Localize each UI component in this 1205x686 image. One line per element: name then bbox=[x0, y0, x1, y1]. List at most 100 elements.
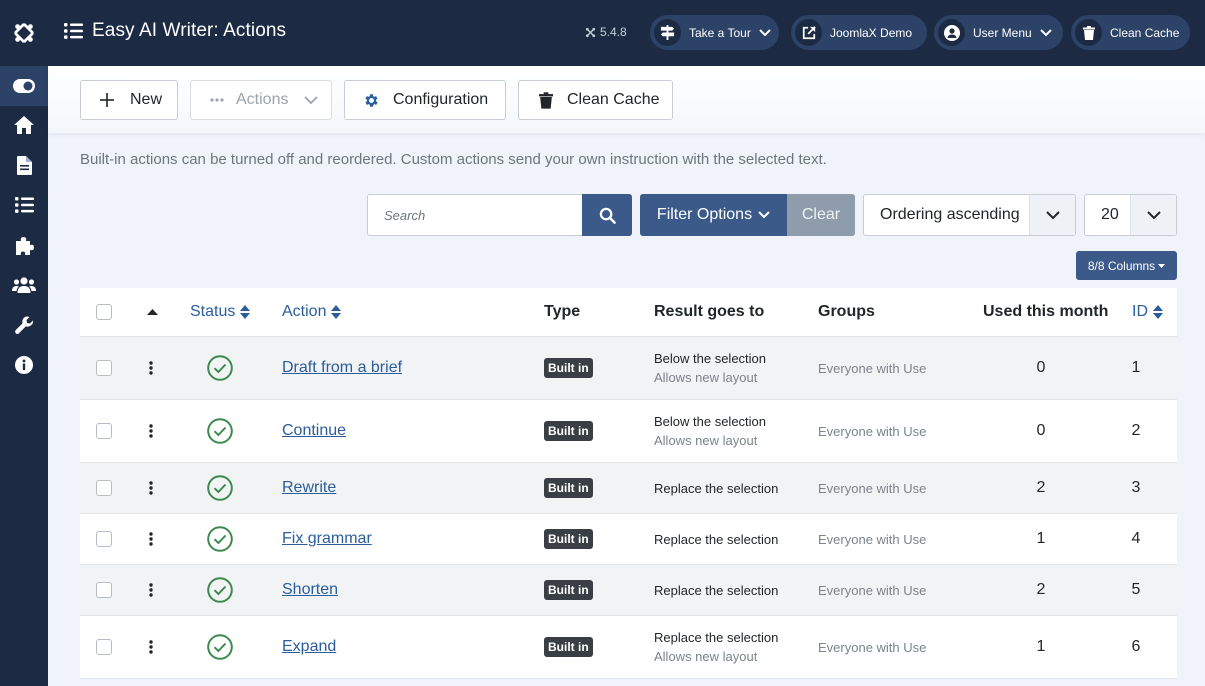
joomlax-demo-button[interactable]: JoomlaX Demo bbox=[791, 15, 927, 50]
status-toggle[interactable] bbox=[207, 514, 233, 564]
table-header: Status Action Type Result goes to Groups… bbox=[80, 288, 1177, 337]
groups-cell: Everyone with Use bbox=[818, 423, 927, 439]
status-toggle[interactable] bbox=[207, 565, 233, 615]
status-toggle[interactable] bbox=[207, 463, 233, 513]
search-button[interactable] bbox=[582, 194, 632, 236]
status-toggle[interactable] bbox=[207, 337, 233, 399]
action-link[interactable]: Fix grammar bbox=[282, 530, 372, 548]
new-button[interactable]: New bbox=[80, 80, 178, 120]
groups-cell: Everyone with Use bbox=[818, 582, 927, 598]
ordering-select[interactable]: Ordering ascending bbox=[863, 194, 1076, 236]
plus-icon bbox=[100, 93, 114, 107]
status-header-label: Status bbox=[190, 303, 236, 320]
columns-label: 8/8 Columns bbox=[1087, 258, 1156, 273]
actions-dropdown[interactable]: Actions bbox=[190, 80, 332, 120]
search-input[interactable] bbox=[367, 194, 583, 236]
drag-handle[interactable] bbox=[149, 400, 153, 462]
ordering-sort-button[interactable] bbox=[147, 288, 158, 336]
take-a-tour-button[interactable]: Take a Tour bbox=[650, 15, 779, 50]
action-cell: Draft from a brief bbox=[282, 337, 402, 399]
row-id: 5 bbox=[1131, 581, 1141, 598]
action-cell: Fix grammar bbox=[282, 514, 372, 564]
clean-cache-button[interactable]: Clean Cache bbox=[518, 80, 673, 120]
puzzle-icon[interactable] bbox=[0, 225, 48, 265]
action-link[interactable]: Draft from a brief bbox=[282, 359, 402, 377]
row-checkbox-cell bbox=[96, 337, 112, 399]
document-icon[interactable] bbox=[0, 145, 48, 185]
action-header[interactable]: Action bbox=[282, 288, 342, 336]
header: Easy AI Writer: Actions 5.4.8 Take a Tou… bbox=[48, 0, 1205, 66]
row-checkbox[interactable] bbox=[96, 480, 112, 496]
result-text: Replace the selection bbox=[654, 582, 779, 598]
sidebar bbox=[0, 0, 48, 686]
check-circle-icon bbox=[207, 526, 233, 552]
clear-button[interactable]: Clear bbox=[787, 194, 855, 236]
type-cell: Built in bbox=[544, 565, 593, 615]
row-id: 1 bbox=[1131, 359, 1141, 376]
drag-handle[interactable] bbox=[149, 514, 153, 564]
drag-handle[interactable] bbox=[149, 616, 153, 678]
wrench-icon[interactable] bbox=[0, 305, 48, 345]
result-cell: Below the selection Allows new layout bbox=[654, 337, 766, 399]
result-text: Below the selection bbox=[654, 414, 767, 429]
table-row: Fix grammar Built in Replace the selection… bbox=[80, 514, 1177, 565]
clean-cache-header-button[interactable]: Clean Cache bbox=[1071, 15, 1190, 50]
list-icon[interactable] bbox=[0, 185, 48, 225]
drag-handle[interactable] bbox=[149, 337, 153, 399]
drag-handle-icon bbox=[149, 583, 153, 597]
result-cell: Below the selection Allows new layout bbox=[654, 400, 766, 462]
status-toggle[interactable] bbox=[207, 400, 233, 462]
result-cell: Replace the selection bbox=[654, 514, 778, 564]
drag-handle-icon bbox=[149, 424, 153, 438]
row-id: 3 bbox=[1131, 479, 1141, 496]
drag-handle[interactable] bbox=[149, 565, 153, 615]
select-all-checkbox[interactable] bbox=[96, 304, 112, 320]
row-checkbox[interactable] bbox=[96, 582, 112, 598]
row-checkbox[interactable] bbox=[96, 360, 112, 376]
table-row: Shorten Built in Replace the selection Ever… bbox=[80, 565, 1177, 616]
table-row: Rewrite Built in Replace the selection Ever… bbox=[80, 463, 1177, 514]
home-icon[interactable] bbox=[0, 105, 48, 145]
type-header: Type bbox=[544, 303, 581, 320]
user-menu-button[interactable]: User Menu bbox=[934, 15, 1063, 50]
action-cell: Rewrite bbox=[282, 463, 336, 513]
columns-button[interactable]: 8/8 Columns bbox=[1076, 251, 1177, 280]
result-text: Replace the selection bbox=[654, 630, 779, 645]
action-link[interactable]: Shorten bbox=[282, 581, 338, 599]
configuration-button[interactable]: Configuration bbox=[344, 80, 506, 120]
status-header[interactable]: Status bbox=[190, 288, 251, 336]
trash-icon bbox=[539, 91, 553, 109]
actions-dropdown-label: Actions bbox=[236, 91, 289, 108]
joomla-logo-icon[interactable] bbox=[0, 0, 48, 66]
row-checkbox[interactable] bbox=[96, 639, 112, 655]
users-icon[interactable] bbox=[0, 265, 48, 305]
row-checkbox[interactable] bbox=[96, 531, 112, 547]
toggle-icon[interactable] bbox=[0, 66, 48, 106]
drag-handle-icon bbox=[149, 640, 153, 654]
limit-select[interactable]: 20 bbox=[1084, 194, 1177, 236]
drag-handle-icon bbox=[149, 481, 153, 495]
type-badge: Built in bbox=[544, 580, 593, 600]
row-checkbox[interactable] bbox=[96, 423, 112, 439]
external-link-icon bbox=[802, 25, 816, 39]
type-badge: Built in bbox=[544, 421, 593, 441]
info-icon[interactable] bbox=[0, 345, 48, 385]
filter-options-button[interactable]: Filter Options bbox=[640, 194, 787, 236]
action-link[interactable]: Expand bbox=[282, 638, 336, 656]
id-header[interactable]: ID bbox=[1132, 288, 1163, 336]
page-title-wrap: Easy AI Writer: Actions bbox=[64, 20, 286, 42]
action-link[interactable]: Continue bbox=[282, 422, 346, 440]
used-count: 1 bbox=[1036, 638, 1046, 655]
drag-handle[interactable] bbox=[149, 463, 153, 513]
type-badge: Built in bbox=[544, 637, 593, 657]
action-link[interactable]: Rewrite bbox=[282, 479, 336, 497]
joomla-icon bbox=[585, 27, 596, 37]
chevron-down-icon bbox=[1039, 28, 1052, 36]
check-circle-icon bbox=[207, 355, 233, 381]
row-checkbox-cell bbox=[96, 565, 112, 615]
limit-select-value: 20 bbox=[1101, 206, 1119, 223]
page-title: Easy AI Writer: Actions bbox=[92, 20, 287, 41]
status-toggle[interactable] bbox=[207, 616, 233, 678]
table-body: Draft from a brief Built in Below the sele… bbox=[80, 337, 1177, 679]
check-circle-icon bbox=[207, 475, 233, 501]
